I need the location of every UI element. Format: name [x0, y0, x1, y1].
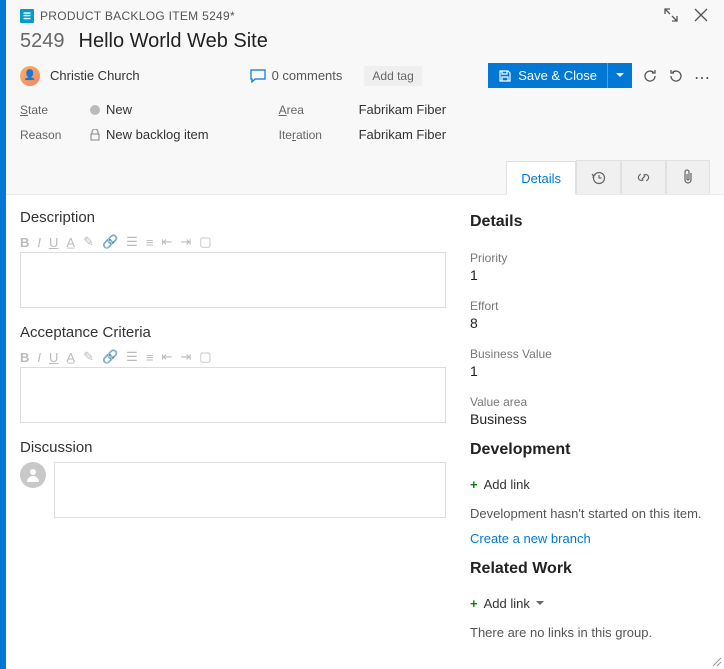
tab-links[interactable] [621, 160, 666, 194]
state-dot-icon [90, 105, 100, 115]
tab-details[interactable]: Details [506, 161, 576, 195]
reason-field[interactable]: New backlog item [90, 127, 209, 142]
state-label: State [20, 103, 70, 117]
font-icon[interactable]: A̲ [66, 350, 75, 365]
tab-attachments[interactable] [666, 160, 710, 194]
add-tag-button[interactable]: Add tag [364, 66, 421, 86]
link-icon [636, 170, 651, 185]
close-icon[interactable] [694, 8, 710, 24]
plus-icon: + [470, 596, 478, 611]
area-label: Area [279, 103, 339, 117]
insert-link-icon[interactable]: 🔗 [102, 234, 118, 250]
underline-icon[interactable]: U [49, 235, 58, 250]
image-icon[interactable]: ▢ [199, 349, 211, 365]
comment-icon [250, 69, 266, 83]
effort-label: Effort [470, 299, 710, 313]
history-icon [591, 170, 606, 185]
chevron-down-icon [536, 601, 544, 606]
description-editor[interactable] [20, 252, 446, 308]
related-work-header: Related Work [470, 560, 710, 578]
image-icon[interactable]: ▢ [199, 234, 211, 250]
acceptance-editor[interactable] [20, 367, 446, 423]
discussion-header: Discussion [20, 439, 446, 456]
font-icon[interactable]: A̲ [66, 235, 75, 250]
italic-icon[interactable]: I [37, 350, 41, 365]
pbi-type-icon: ☰ [20, 9, 34, 23]
business-value-field[interactable]: 1 [470, 363, 710, 379]
bold-icon[interactable]: B [20, 350, 29, 365]
outdent-icon[interactable]: ⇤ [161, 349, 172, 365]
dev-empty-text: Development hasn't started on this item. [470, 506, 710, 521]
person-icon [25, 467, 41, 483]
value-area-field[interactable]: Business [470, 411, 710, 427]
italic-icon[interactable]: I [37, 235, 41, 250]
dev-add-link-button[interactable]: + Add link [470, 477, 710, 492]
priority-field[interactable]: 1 [470, 267, 710, 283]
details-panel-header: Details [470, 213, 710, 231]
work-item-id: 5249 [20, 30, 65, 53]
insert-link-icon[interactable]: 🔗 [102, 349, 118, 365]
save-icon [498, 69, 512, 83]
comments-count[interactable]: 0 comments [250, 68, 343, 83]
description-toolbar: B I U A̲ ✎ 🔗 ☰ ≡ ⇤ ⇥ ▢ [20, 232, 446, 252]
bullet-list-icon[interactable]: ☰ [126, 349, 138, 365]
reason-label: Reason [20, 128, 70, 142]
related-add-link-button[interactable]: + Add link [470, 596, 710, 611]
undo-icon[interactable] [668, 68, 684, 84]
area-field[interactable]: Fabrikam Fiber [359, 102, 499, 117]
avatar[interactable]: 👤 [20, 66, 40, 86]
assigned-to[interactable]: Christie Church [50, 68, 140, 83]
plus-icon: + [470, 477, 478, 492]
number-list-icon[interactable]: ≡ [146, 235, 154, 250]
bullet-list-icon[interactable]: ☰ [126, 234, 138, 250]
tab-history[interactable] [576, 160, 621, 194]
acceptance-header: Acceptance Criteria [20, 324, 446, 341]
effort-field[interactable]: 8 [470, 315, 710, 331]
refresh-icon[interactable] [642, 68, 658, 84]
outdent-icon[interactable]: ⇤ [161, 234, 172, 250]
discussion-avatar [20, 462, 46, 488]
discussion-input[interactable] [54, 462, 446, 518]
save-close-button[interactable]: Save & Close [488, 63, 632, 88]
iteration-field[interactable]: Fabrikam Fiber [359, 127, 499, 142]
business-value-label: Business Value [470, 347, 710, 361]
resize-grip-icon[interactable] [710, 655, 722, 667]
maximize-icon[interactable] [664, 8, 680, 24]
indent-icon[interactable]: ⇥ [180, 234, 191, 250]
breadcrumb: PRODUCT BACKLOG ITEM 5249* [40, 9, 235, 23]
indent-icon[interactable]: ⇥ [180, 349, 191, 365]
iteration-label: Iteration [279, 128, 339, 142]
clear-format-icon[interactable]: ✎ [83, 234, 94, 250]
priority-label: Priority [470, 251, 710, 265]
value-area-label: Value area [470, 395, 710, 409]
create-branch-link[interactable]: Create a new branch [470, 531, 710, 546]
attachment-icon [681, 169, 695, 185]
development-header: Development [470, 441, 710, 459]
related-empty-text: There are no links in this group. [470, 625, 710, 640]
underline-icon[interactable]: U [49, 350, 58, 365]
clear-format-icon[interactable]: ✎ [83, 349, 94, 365]
page-title[interactable]: Hello World Web Site [79, 30, 268, 53]
lock-icon [90, 129, 100, 141]
number-list-icon[interactable]: ≡ [146, 350, 154, 365]
save-dropdown-caret[interactable] [607, 63, 632, 88]
chevron-down-icon [616, 73, 624, 78]
more-actions-icon[interactable]: ⋯ [694, 68, 710, 84]
description-header: Description [20, 209, 446, 226]
acceptance-toolbar: B I U A̲ ✎ 🔗 ☰ ≡ ⇤ ⇥ ▢ [20, 347, 446, 367]
bold-icon[interactable]: B [20, 235, 29, 250]
state-field[interactable]: New [90, 102, 132, 117]
